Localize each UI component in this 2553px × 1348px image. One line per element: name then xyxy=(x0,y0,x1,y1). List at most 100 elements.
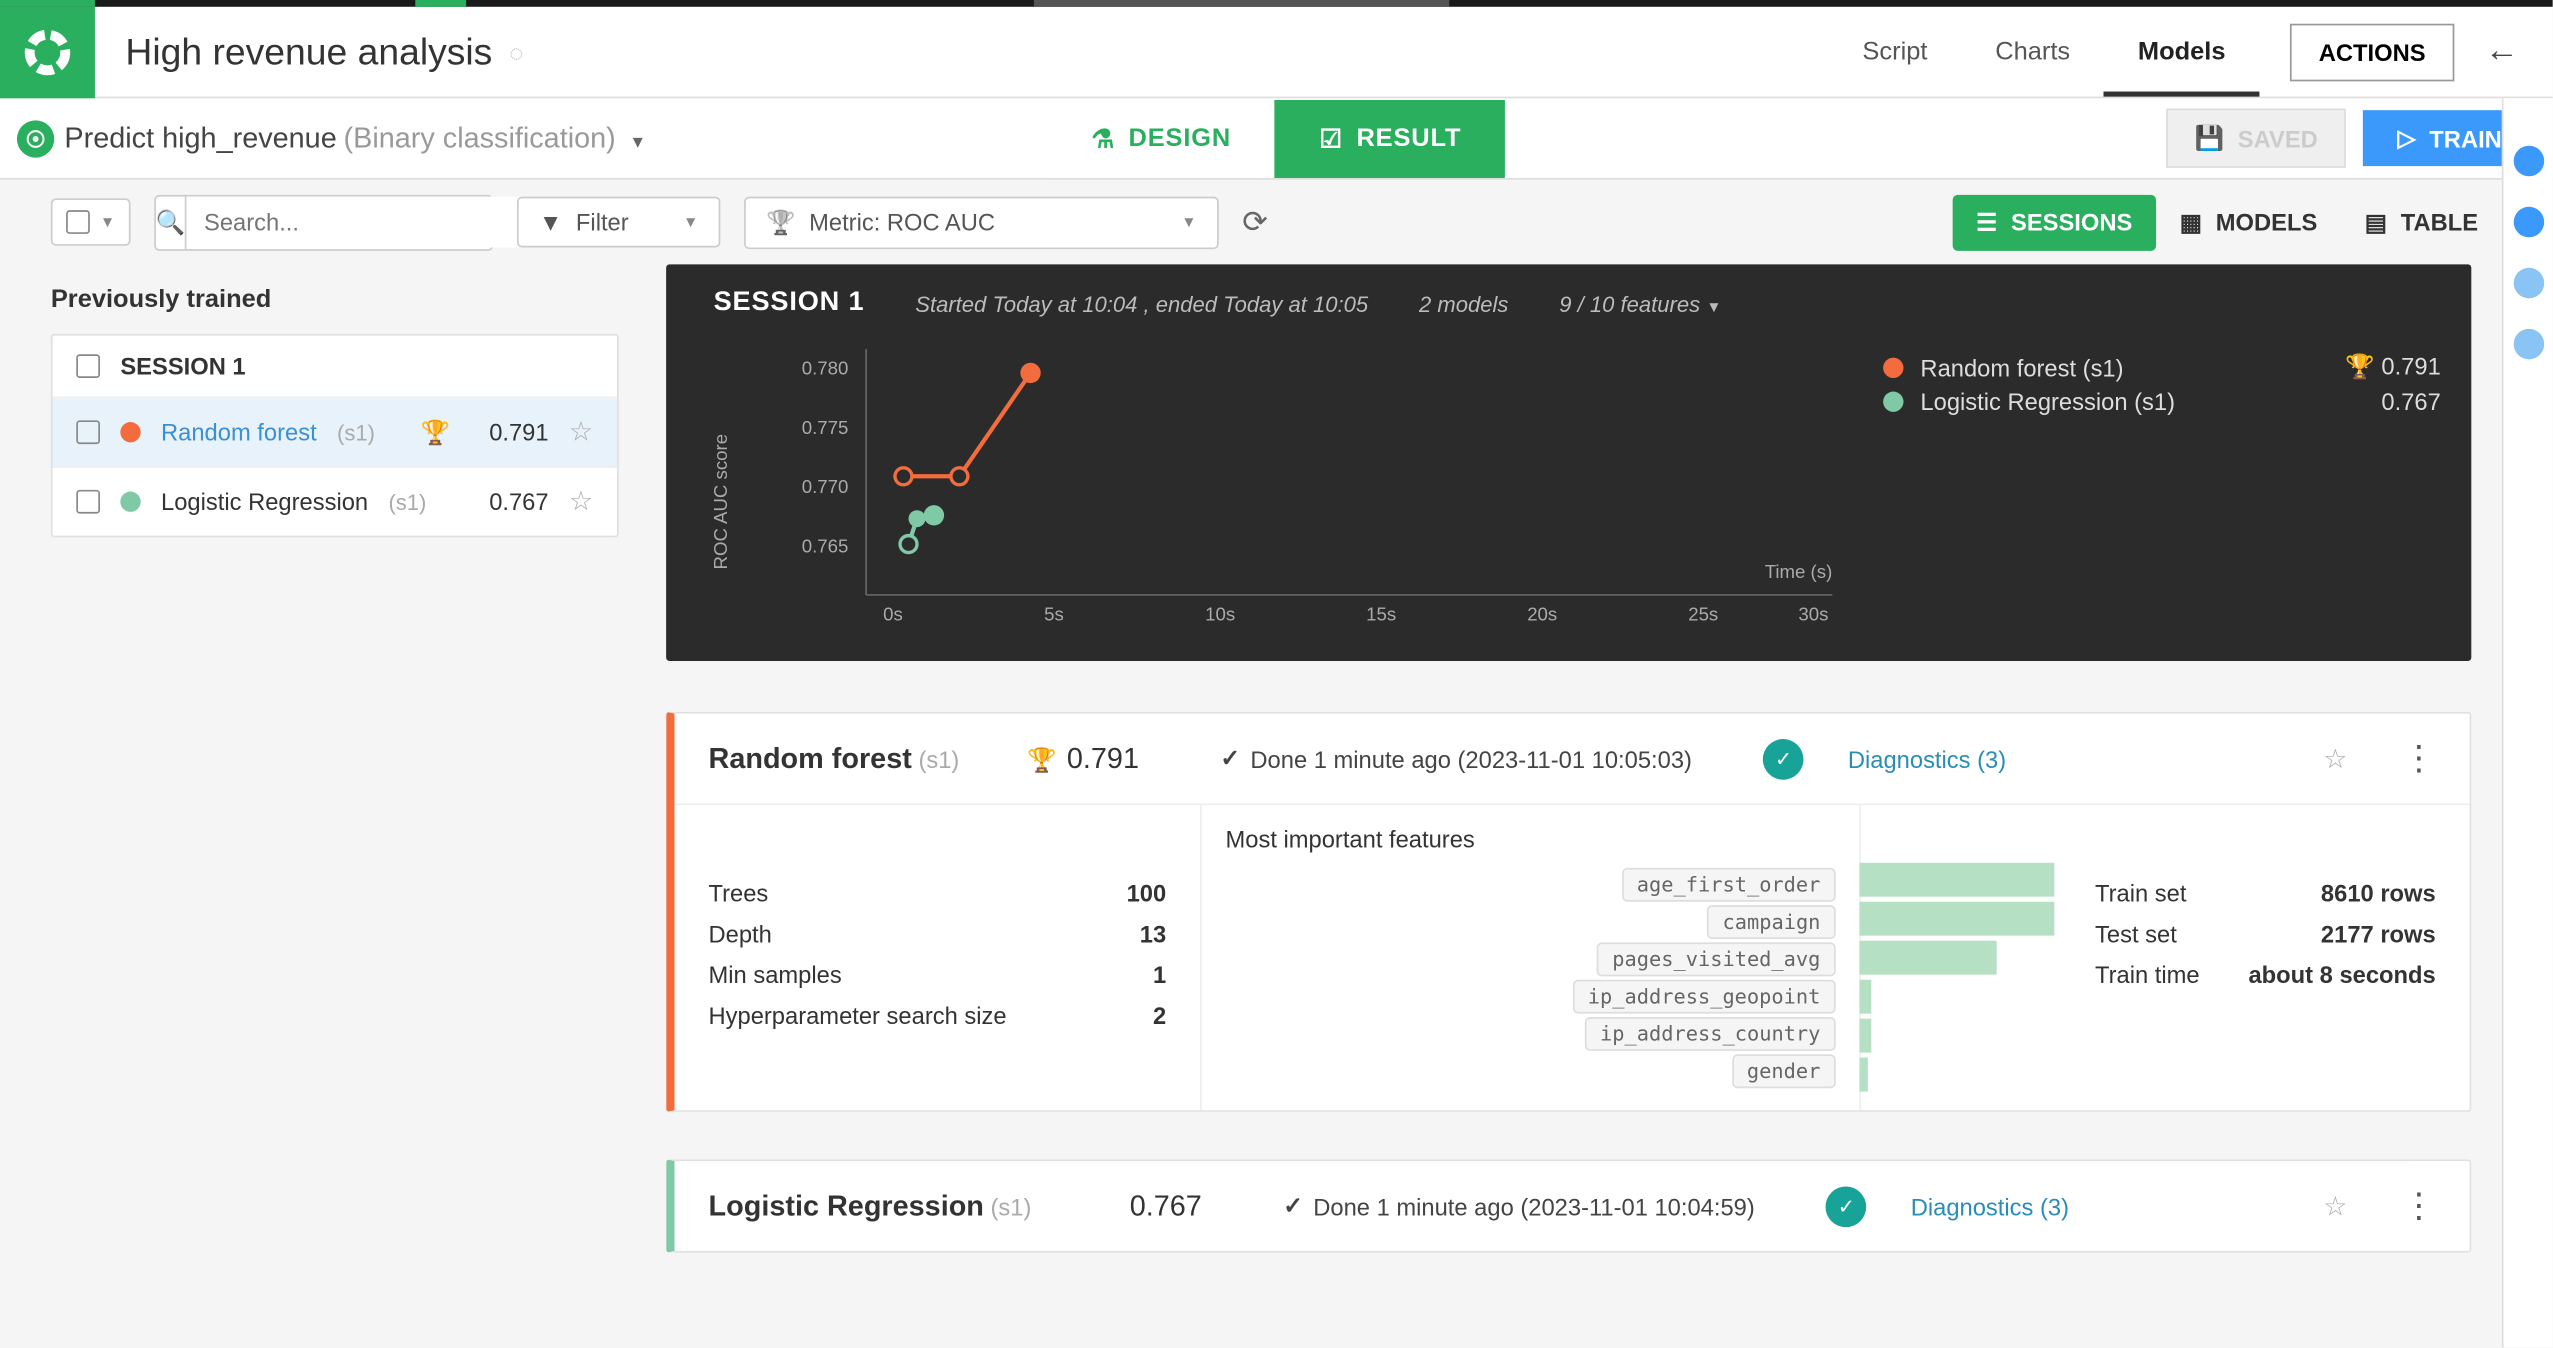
session-header[interactable]: SESSION 1 xyxy=(53,336,617,399)
view-table[interactable]: ▤TABLE xyxy=(2341,194,2502,250)
feature-row: ip_address_geopoint xyxy=(1202,978,1860,1015)
svg-text:20s: 20s xyxy=(1527,603,1557,624)
nav-models[interactable]: Models xyxy=(2104,7,2259,97)
feature-row: ip_address_country xyxy=(1202,1015,1860,1052)
color-dot-icon xyxy=(1883,357,1903,377)
model-checkbox[interactable] xyxy=(76,420,100,444)
history-icon[interactable] xyxy=(2513,329,2544,360)
svg-text:25s: 25s xyxy=(1688,603,1718,624)
add-icon[interactable] xyxy=(2513,146,2544,177)
chevron-down-icon: ▼ xyxy=(1706,297,1721,314)
check-badge-icon: ☑ xyxy=(1319,123,1343,154)
svg-text:ROC AUC score: ROC AUC score xyxy=(714,434,732,570)
model-status: Done 1 minute ago (2023-11-01 10:05:03) xyxy=(1220,744,1692,773)
model-name[interactable]: Random forest xyxy=(709,742,912,774)
info-icon[interactable] xyxy=(2513,207,2544,238)
model-name[interactable]: Logistic Regression xyxy=(709,1189,984,1221)
model-row-logistic-regression[interactable]: Logistic Regression (s1) 0.767 ☆ xyxy=(53,468,617,536)
chat-icon[interactable] xyxy=(2513,268,2544,299)
sidebar-title: Previously trained xyxy=(51,264,619,333)
trophy-icon xyxy=(1027,742,1057,776)
session-feature-count[interactable]: 9 / 10 features ▼ xyxy=(1559,291,1721,316)
model-stats: Train set8610 rows Test set2177 rows Tra… xyxy=(2054,805,2469,1110)
feature-row: age_first_order xyxy=(1202,866,1860,903)
star-icon[interactable]: ☆ xyxy=(569,485,593,519)
model-checkbox[interactable] xyxy=(76,490,100,514)
svg-text:0.770: 0.770 xyxy=(802,476,849,497)
select-all-dropdown[interactable]: ▼ xyxy=(51,198,131,245)
model-row-random-forest[interactable]: Random forest (s1) 0.791 ☆ xyxy=(53,398,617,467)
classification-type: (Binary classification) xyxy=(344,121,616,155)
filter-dropdown[interactable]: ▼Filter ▼ xyxy=(517,197,720,248)
trophy-icon xyxy=(2345,353,2375,380)
session-checkbox[interactable] xyxy=(76,354,100,378)
feature-row: pages_visited_avg xyxy=(1202,941,1860,978)
target-icon xyxy=(17,119,54,156)
star-icon[interactable]: ☆ xyxy=(569,415,593,449)
predict-target-label[interactable]: Predict high_revenue xyxy=(64,121,336,155)
grid-icon: ▦ xyxy=(2180,208,2202,237)
browser-tab-strip xyxy=(0,0,2553,7)
view-models[interactable]: ▦MODELS xyxy=(2156,194,2341,250)
chevron-down-icon: ▼ xyxy=(1181,214,1196,231)
trophy-icon xyxy=(421,418,451,447)
refresh-title-icon[interactable]: ◌ xyxy=(509,38,523,65)
svg-text:0s: 0s xyxy=(883,603,903,624)
funnel-icon: ▼ xyxy=(539,208,562,235)
session-name: SESSION 1 xyxy=(714,288,865,319)
select-all-checkbox[interactable] xyxy=(66,210,90,234)
svg-text:Time (s): Time (s) xyxy=(1765,561,1833,582)
tab-design[interactable]: ⚗ DESIGN xyxy=(1047,99,1275,177)
star-icon[interactable]: ☆ xyxy=(2323,742,2347,776)
search-box[interactable]: 🔍 xyxy=(154,194,493,250)
svg-text:0.780: 0.780 xyxy=(802,358,849,379)
view-sessions[interactable]: ☰SESSIONS xyxy=(1952,194,2156,250)
nav-script[interactable]: Script xyxy=(1829,7,1962,97)
roc-auc-chart[interactable]: ROC AUC score 0.780 0.775 0.770 0.765 Time … xyxy=(714,332,1850,637)
target-dropdown-icon[interactable] xyxy=(616,125,646,152)
saved-button: 💾 SAVED xyxy=(2166,108,2347,167)
kebab-menu-icon[interactable]: ⋮ xyxy=(2402,1185,2436,1227)
svg-text:0.775: 0.775 xyxy=(802,417,849,438)
session-card: SESSION 1 Started Today at 10:04 , ended… xyxy=(666,264,2471,661)
diagnostics-link[interactable]: Diagnostics (3) xyxy=(1848,745,2006,772)
model-status: Done 1 minute ago (2023-11-01 10:04:59) xyxy=(1283,1192,1755,1221)
feature-importance-bars xyxy=(1859,805,2054,1110)
svg-text:15s: 15s xyxy=(1366,603,1396,624)
model-card-logistic-regression: Logistic Regression (s1) 0.767 Done 1 mi… xyxy=(666,1159,2471,1252)
session-model-count: 2 models xyxy=(1419,291,1508,316)
refresh-icon[interactable] xyxy=(1242,204,1268,240)
chevron-down-icon: ▼ xyxy=(683,214,698,231)
tab-result[interactable]: ☑ RESULT xyxy=(1275,99,1505,177)
trophy-icon xyxy=(766,208,796,237)
color-dot-icon xyxy=(120,492,140,512)
metric-dropdown[interactable]: Metric: ROC AUC ▼ xyxy=(744,196,1219,249)
diagnostics-icon[interactable]: ✓ xyxy=(1763,738,1804,779)
session-time: Started Today at 10:04 , ended Today at … xyxy=(915,291,1368,316)
color-dot-icon xyxy=(120,422,140,442)
search-icon: 🔍 xyxy=(156,196,187,249)
model-params: Trees100 Depth13 Min samples1 Hyperparam… xyxy=(675,805,1200,1110)
chevron-down-icon: ▼ xyxy=(100,214,115,231)
page-title: High revenue analysis xyxy=(125,30,492,74)
list-icon: ☰ xyxy=(1976,208,1997,237)
legend-logistic-regression[interactable]: Logistic Regression (s1) 0.767 xyxy=(1883,385,2441,419)
play-icon: ▷ xyxy=(2397,124,2415,153)
kebab-menu-icon[interactable]: ⋮ xyxy=(2402,737,2436,779)
svg-text:5s: 5s xyxy=(1044,603,1064,624)
search-input[interactable] xyxy=(187,197,528,248)
feature-row: gender xyxy=(1202,1053,1860,1090)
actions-button[interactable]: ACTIONS xyxy=(2290,23,2454,81)
diagnostics-icon[interactable]: ✓ xyxy=(1826,1186,1867,1227)
svg-text:30s: 30s xyxy=(1798,603,1828,624)
svg-text:0.765: 0.765 xyxy=(802,536,849,557)
color-dot-icon xyxy=(1883,392,1903,412)
diagnostics-link[interactable]: Diagnostics (3) xyxy=(1911,1192,2069,1219)
table-icon: ▤ xyxy=(2365,208,2387,237)
nav-charts[interactable]: Charts xyxy=(1961,7,2104,97)
feature-row: campaign xyxy=(1202,903,1860,940)
app-logo[interactable] xyxy=(0,6,95,98)
back-arrow-icon[interactable]: ← xyxy=(2485,32,2519,71)
legend-random-forest[interactable]: Random forest (s1) 0.791 xyxy=(1883,349,2441,385)
star-icon[interactable]: ☆ xyxy=(2323,1189,2347,1223)
